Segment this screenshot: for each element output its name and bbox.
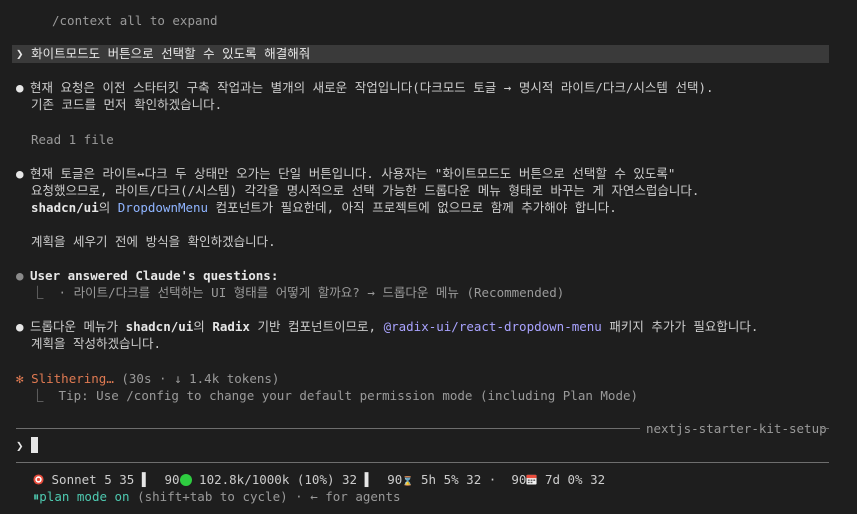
user-prompt-text: 화이트모드도 버튼으로 선택할 수 있도록 해결해줘 [31,46,311,61]
context-status-icon [179,474,192,486]
spinner-icon: ✻ [16,371,24,386]
message-text: shadcn/ui의 DropdownMenu 컴포넌트가 필요한데, 아직 프… [31,199,617,216]
bullet-icon: ● [16,166,24,181]
plan-mode-label[interactable]: plan mode on [39,489,129,504]
code-text: DropdownMenu [117,200,209,215]
input-top-divider [16,428,640,429]
bullet-icon: ● [16,319,24,334]
tip-text: ⎿ Tip: Use /config to change your defaul… [31,388,639,403]
answered-title: User answered Claude's questions: [30,268,279,283]
seven-day-usage: 7d 0% 32 [544,472,606,487]
user-answered-block: ● User answered Claude's questions: [16,267,278,284]
ctx-prefix: 90 [164,472,180,487]
message-text: 의 [98,200,118,215]
status-verb: Slithering… [31,371,114,386]
answered-detail: ⎿ · 라이트/다크를 선택하는 UI 형태를 어떻게 할까요? → 드롭다운 … [31,285,565,300]
message-text: 현재 요청은 이전 스타터킷 구축 작업과는 별개의 새로운 작업입니다(다크모… [30,80,714,95]
expand-hint: /context all to expand [52,13,218,28]
separator-bar: ▌ [141,472,150,487]
message-text: 계획을 세우기 전에 방식을 확인하겠습니다. [31,234,276,249]
message-text: 의 [193,319,213,334]
hourglass-icon: ⌛ [402,477,414,487]
session-label: nextjs-starter-kit-setup [646,421,827,436]
prompt-chevron-icon: ❯ [16,46,24,61]
code-text: shadcn/ui [125,319,194,334]
model-label: Sonnet 5 35 [51,472,135,487]
separator-bar: ▌ [364,472,373,487]
mode-line: ⏸plan mode on (shift+tab to cycle) · ← f… [33,488,401,505]
input-top-divider-end [820,428,829,429]
input-bottom-divider [16,462,829,463]
assistant-message-1: ● 현재 요청은 이전 스타터킷 구축 작업과는 별개의 새로운 작업입니다(다크… [16,79,714,96]
read-file-result[interactable]: Read 1 file [31,131,114,148]
five-hour-prefix: 90 [387,472,403,487]
bullet-icon: ● [16,80,24,95]
assistant-message-2: ● 현재 토글은 라이트↔다크 두 상태만 오가는 단일 버튼입니다. 사용자는 … [16,165,675,182]
prompt-chevron-icon: ❯ [16,438,24,453]
message-text: 현재 토글은 라이트↔다크 두 상태만 오가는 단일 버튼입니다. 사용자는 "… [30,166,676,181]
package-name: @radix-ui/react-dropdown-menu [383,319,602,334]
message-text: 계획을 작성하겠습니다. [31,336,162,351]
target-icon [33,474,44,485]
context-usage: 102.8k/1000k (10%) 32 [199,472,358,487]
message-text: 기존 코드를 먼저 확인하겠습니다. [31,97,223,112]
input-field[interactable]: ❯ [16,437,39,454]
message-text: 컴포넌트가 필요한데, 아직 프로젝트에 없으므로 함께 추가해야 합니다. [208,200,617,215]
message-text: 패키지 추가가 필요합니다. [601,319,759,334]
calendar-icon [526,474,537,485]
status-line: ✻ Slithering… (30s · ↓ 1.4k tokens) [16,370,279,387]
assistant-message-3: ● 드롭다운 메뉴가 shadcn/ui의 Radix 기반 컴포넌트이므로, @… [16,318,758,335]
mode-hint: (shift+tab to cycle) · ← for agents [129,489,401,504]
message-text: 드롭다운 메뉴가 [30,319,126,334]
message-text: 요청했으므로, 라이트/다크(/시스템) 각각을 명시적으로 선택 가능한 드롭… [31,183,700,198]
bullet-icon: ● [16,268,24,283]
code-text: shadcn/ui [31,200,99,215]
five-hour-usage: 5h 5% 32 · [421,472,497,487]
user-prompt: ❯ 화이트모드도 버튼으로 선택할 수 있도록 해결해줘 [16,45,310,62]
message-text: 기반 컴포넌트이므로, [249,319,384,334]
status-detail: (30s · ↓ 1.4k tokens) [113,371,280,386]
seven-day-prefix: 90 [511,472,527,487]
code-text: Radix [212,319,250,334]
text-cursor [31,437,39,453]
